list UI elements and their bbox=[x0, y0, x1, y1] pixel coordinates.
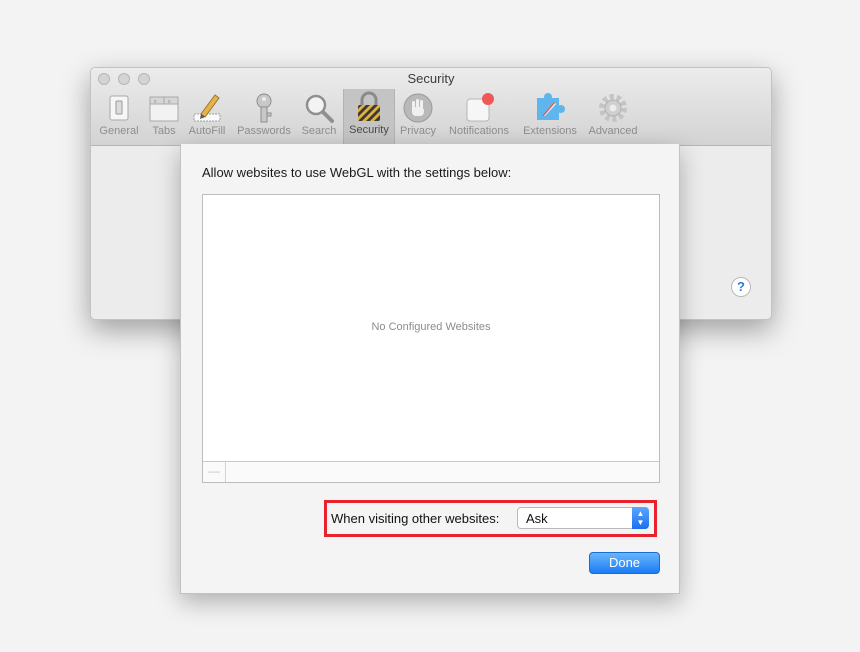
remove-website-button[interactable]: — bbox=[203, 462, 226, 482]
general-switch-icon bbox=[109, 95, 129, 121]
toolbar-label: Security bbox=[349, 124, 389, 136]
toolbar-label: General bbox=[99, 125, 139, 137]
window-title: Security bbox=[407, 71, 455, 86]
toolbar-item-extensions[interactable]: Extensions bbox=[519, 90, 581, 142]
sheet-heading: Allow websites to use WebGL with the set… bbox=[202, 165, 512, 180]
webgl-settings-sheet: Allow websites to use WebGL with the set… bbox=[180, 144, 680, 594]
window-titlebar: Security General x x Tabs AutoFill Passw… bbox=[91, 68, 771, 146]
toolbar-label: Search bbox=[301, 125, 337, 137]
chevron-up-down-icon: ▲ ▼ bbox=[632, 507, 649, 529]
toolbar-label: Notifications bbox=[449, 125, 509, 137]
key-icon bbox=[256, 93, 272, 123]
toolbar-label: Advanced bbox=[588, 125, 638, 137]
toolbar-item-passwords[interactable]: Passwords bbox=[233, 90, 295, 142]
toolbar-label: Extensions bbox=[523, 125, 577, 137]
padlock-icon bbox=[358, 91, 380, 121]
toolbar-label: AutoFill bbox=[188, 125, 226, 137]
gear-icon bbox=[599, 94, 627, 122]
toolbar-item-advanced[interactable]: Advanced bbox=[583, 90, 643, 142]
tabs-icon: x x bbox=[149, 96, 179, 122]
empty-list-message: No Configured Websites bbox=[371, 321, 491, 333]
website-list[interactable]: No Configured Websites — bbox=[202, 194, 660, 483]
magnifier-icon bbox=[305, 94, 334, 123]
toolbar-item-notifications[interactable]: Notifications bbox=[444, 90, 514, 142]
autofill-pencil-icon bbox=[193, 94, 221, 122]
toolbar-label: Tabs bbox=[152, 125, 176, 137]
done-button[interactable]: Done bbox=[589, 552, 660, 574]
toolbar-label: Privacy bbox=[399, 125, 437, 137]
toolbar-label: Passwords bbox=[237, 125, 291, 137]
toolbar-item-general[interactable]: General bbox=[97, 90, 141, 142]
other-websites-label: When visiting other websites: bbox=[331, 511, 500, 526]
toolbar-item-security[interactable]: Security bbox=[343, 89, 395, 145]
puzzle-piece-icon bbox=[537, 93, 565, 120]
other-websites-policy-select[interactable]: Ask ▲ ▼ bbox=[517, 507, 649, 529]
hand-icon bbox=[403, 93, 433, 123]
toolbar-item-search[interactable]: Search bbox=[297, 90, 341, 142]
toolbar-item-tabs[interactable]: x x Tabs bbox=[143, 90, 185, 142]
policy-selected-value: Ask bbox=[526, 511, 548, 526]
list-footer: — bbox=[203, 461, 659, 482]
notification-badge-icon bbox=[466, 93, 494, 122]
help-button[interactable]: ? bbox=[731, 277, 751, 297]
toolbar-item-privacy[interactable]: Privacy bbox=[395, 90, 441, 142]
toolbar-item-autofill[interactable]: AutoFill bbox=[186, 90, 228, 142]
